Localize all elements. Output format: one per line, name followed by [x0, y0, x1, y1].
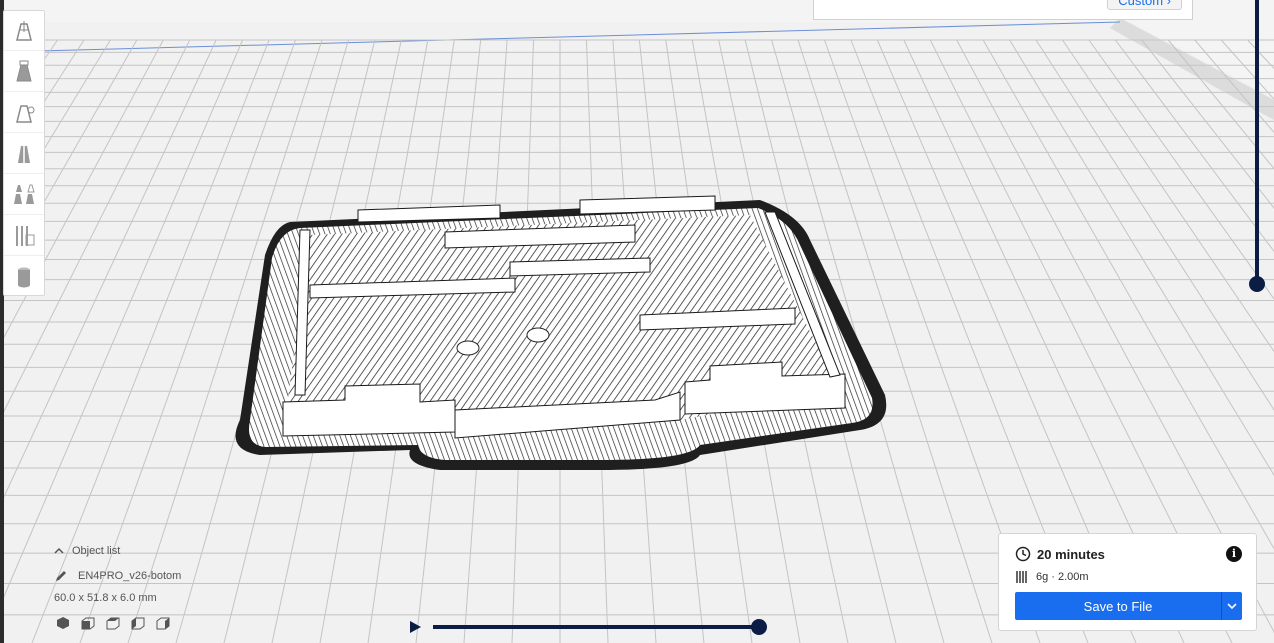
tool-bar: [3, 10, 45, 296]
print-info-card: 20 minutes i 6g · 2.00m Save to File: [998, 533, 1257, 631]
view-3d-button[interactable]: [54, 614, 72, 632]
support-blocker-icon: [16, 225, 35, 246]
custom-settings-button[interactable]: Custom ›: [1107, 0, 1182, 10]
layer-slider-track[interactable]: [1255, 0, 1259, 284]
view-orientation-buttons: [54, 614, 172, 632]
cube-left-icon: [131, 617, 145, 630]
object-name-row[interactable]: EN4PRO_v26-botom: [54, 569, 181, 583]
save-to-file-button[interactable]: Save to File: [1015, 592, 1221, 620]
move-icon: [16, 20, 32, 41]
object-list-toggle[interactable]: Object list: [54, 545, 120, 557]
rotate-icon: [16, 104, 35, 123]
pencil-icon: [56, 571, 66, 581]
layer-progress-track[interactable]: [433, 625, 759, 629]
print-time: 20 minutes: [1037, 546, 1105, 562]
view-right-button[interactable]: [154, 614, 172, 632]
layer-slider-handle[interactable]: [1249, 276, 1265, 292]
cylinder-icon: [18, 267, 30, 288]
per-model-icon: [14, 184, 35, 204]
chevron-down-icon: [1227, 603, 1237, 610]
cube-right-icon: [156, 617, 170, 630]
view-top-button[interactable]: [104, 614, 122, 632]
material-usage-row: 6g · 2.00m: [1015, 570, 1089, 584]
object-list-label: Object list: [72, 545, 121, 557]
clock-icon: [1015, 546, 1031, 562]
rotate-tool-button[interactable]: [4, 93, 44, 133]
scale-icon: [16, 60, 32, 81]
filament-spool-icon: [1016, 571, 1027, 583]
info-icon[interactable]: i: [1226, 546, 1242, 562]
print-time-row: 20 minutes: [1015, 546, 1105, 562]
cube-3d-icon: [57, 617, 69, 629]
support-blocker-tool-button[interactable]: [4, 216, 44, 256]
cylinder-tool-button[interactable]: [4, 257, 44, 297]
layer-progress-handle[interactable]: [751, 619, 767, 635]
object-name: EN4PRO_v26-botom: [78, 570, 182, 582]
play-icon[interactable]: [407, 619, 423, 635]
material-usage: 6g · 2.00m: [1036, 571, 1089, 583]
mirror-icon: [18, 143, 30, 165]
cube-top-icon: [106, 617, 120, 630]
scale-tool-button[interactable]: [4, 52, 44, 92]
print-settings-panel: Custom ›: [813, 0, 1193, 20]
mirror-tool-button[interactable]: [4, 134, 44, 174]
move-tool-button[interactable]: [4, 11, 44, 51]
save-options-dropdown[interactable]: [1221, 592, 1242, 620]
per-model-settings-tool-button[interactable]: [4, 175, 44, 215]
chevron-up-icon: [54, 547, 64, 554]
view-front-button[interactable]: [79, 614, 97, 632]
sliced-model-preview: [235, 195, 887, 470]
view-left-button[interactable]: [129, 614, 147, 632]
cube-front-icon: [81, 617, 95, 630]
object-dimensions: 60.0 x 51.8 x 6.0 mm: [54, 592, 157, 604]
